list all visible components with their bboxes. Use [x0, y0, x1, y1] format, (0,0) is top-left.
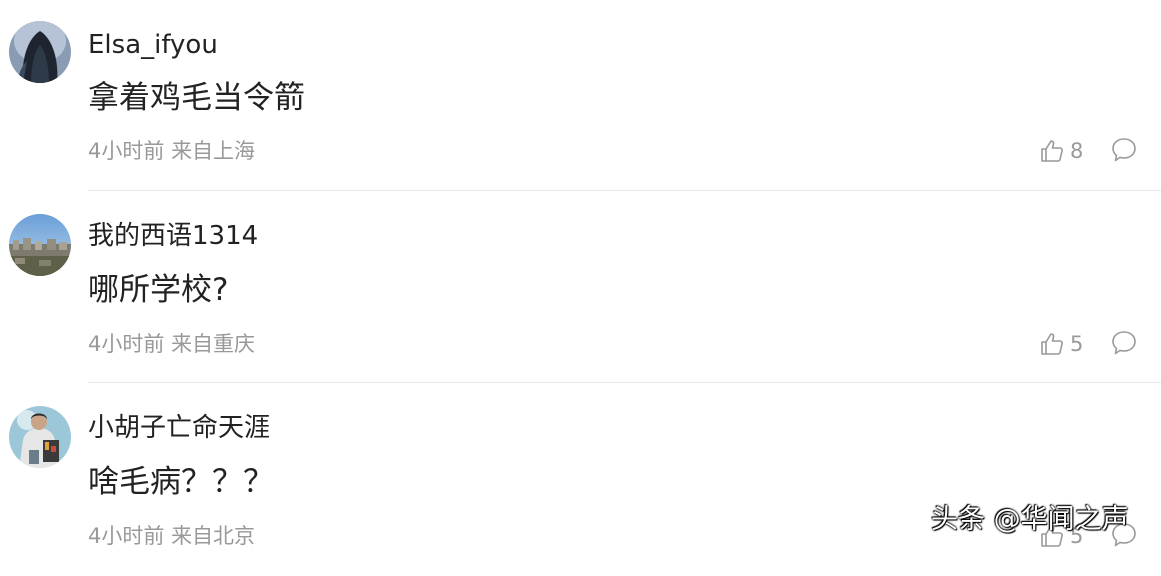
watermark: 头条 @华闻之声 — [931, 504, 1129, 535]
comment-meta: 4小时前 来自重庆 — [88, 331, 255, 357]
comment-username[interactable]: Elsa_ifyou — [88, 30, 218, 60]
comment-content: 啥毛病？？？ — [88, 464, 274, 500]
comment-time: 4小时前 — [88, 139, 165, 163]
comment-time: 4小时前 — [88, 524, 165, 548]
comment-item: 我的西语1314 哪所学校? 4小时前 来自重庆 5 — [0, 192, 1161, 384]
reply-button[interactable] — [1111, 330, 1137, 356]
comment-meta: 4小时前 来自北京 — [88, 523, 255, 549]
avatar[interactable] — [9, 214, 71, 276]
like-count: 5 — [1070, 332, 1084, 356]
divider — [88, 382, 1161, 383]
speech-bubble-icon — [1112, 138, 1136, 162]
thumbs-up-icon — [1041, 333, 1063, 355]
like-button[interactable]: 8 — [1040, 138, 1083, 164]
like-button[interactable]: 5 — [1040, 331, 1083, 357]
comment-username[interactable]: 小胡子亡命天涯 — [88, 413, 270, 443]
thumbs-up-icon — [1041, 140, 1063, 162]
reply-button[interactable] — [1111, 137, 1137, 163]
avatar[interactable] — [9, 21, 71, 83]
speech-bubble-icon — [1112, 331, 1136, 355]
comment-username[interactable]: 我的西语1314 — [88, 221, 258, 251]
comment-location: 来自重庆 — [171, 332, 256, 356]
comment-time: 4小时前 — [88, 332, 165, 356]
comment-location: 来自上海 — [171, 139, 256, 163]
divider — [88, 190, 1161, 191]
comment-meta: 4小时前 来自上海 — [88, 138, 255, 164]
avatar[interactable] — [9, 406, 71, 468]
comment-item: 小胡子亡命天涯 啥毛病？？？ 4小时前 来自北京 5 — [0, 384, 1161, 576]
comment-item: Elsa_ifyou 拿着鸡毛当令箭 4小时前 来自上海 8 — [0, 0, 1161, 192]
like-count: 8 — [1070, 139, 1084, 163]
comment-location: 来自北京 — [171, 524, 256, 548]
comment-content: 哪所学校? — [88, 272, 229, 308]
comment-content: 拿着鸡毛当令箭 — [88, 80, 305, 116]
